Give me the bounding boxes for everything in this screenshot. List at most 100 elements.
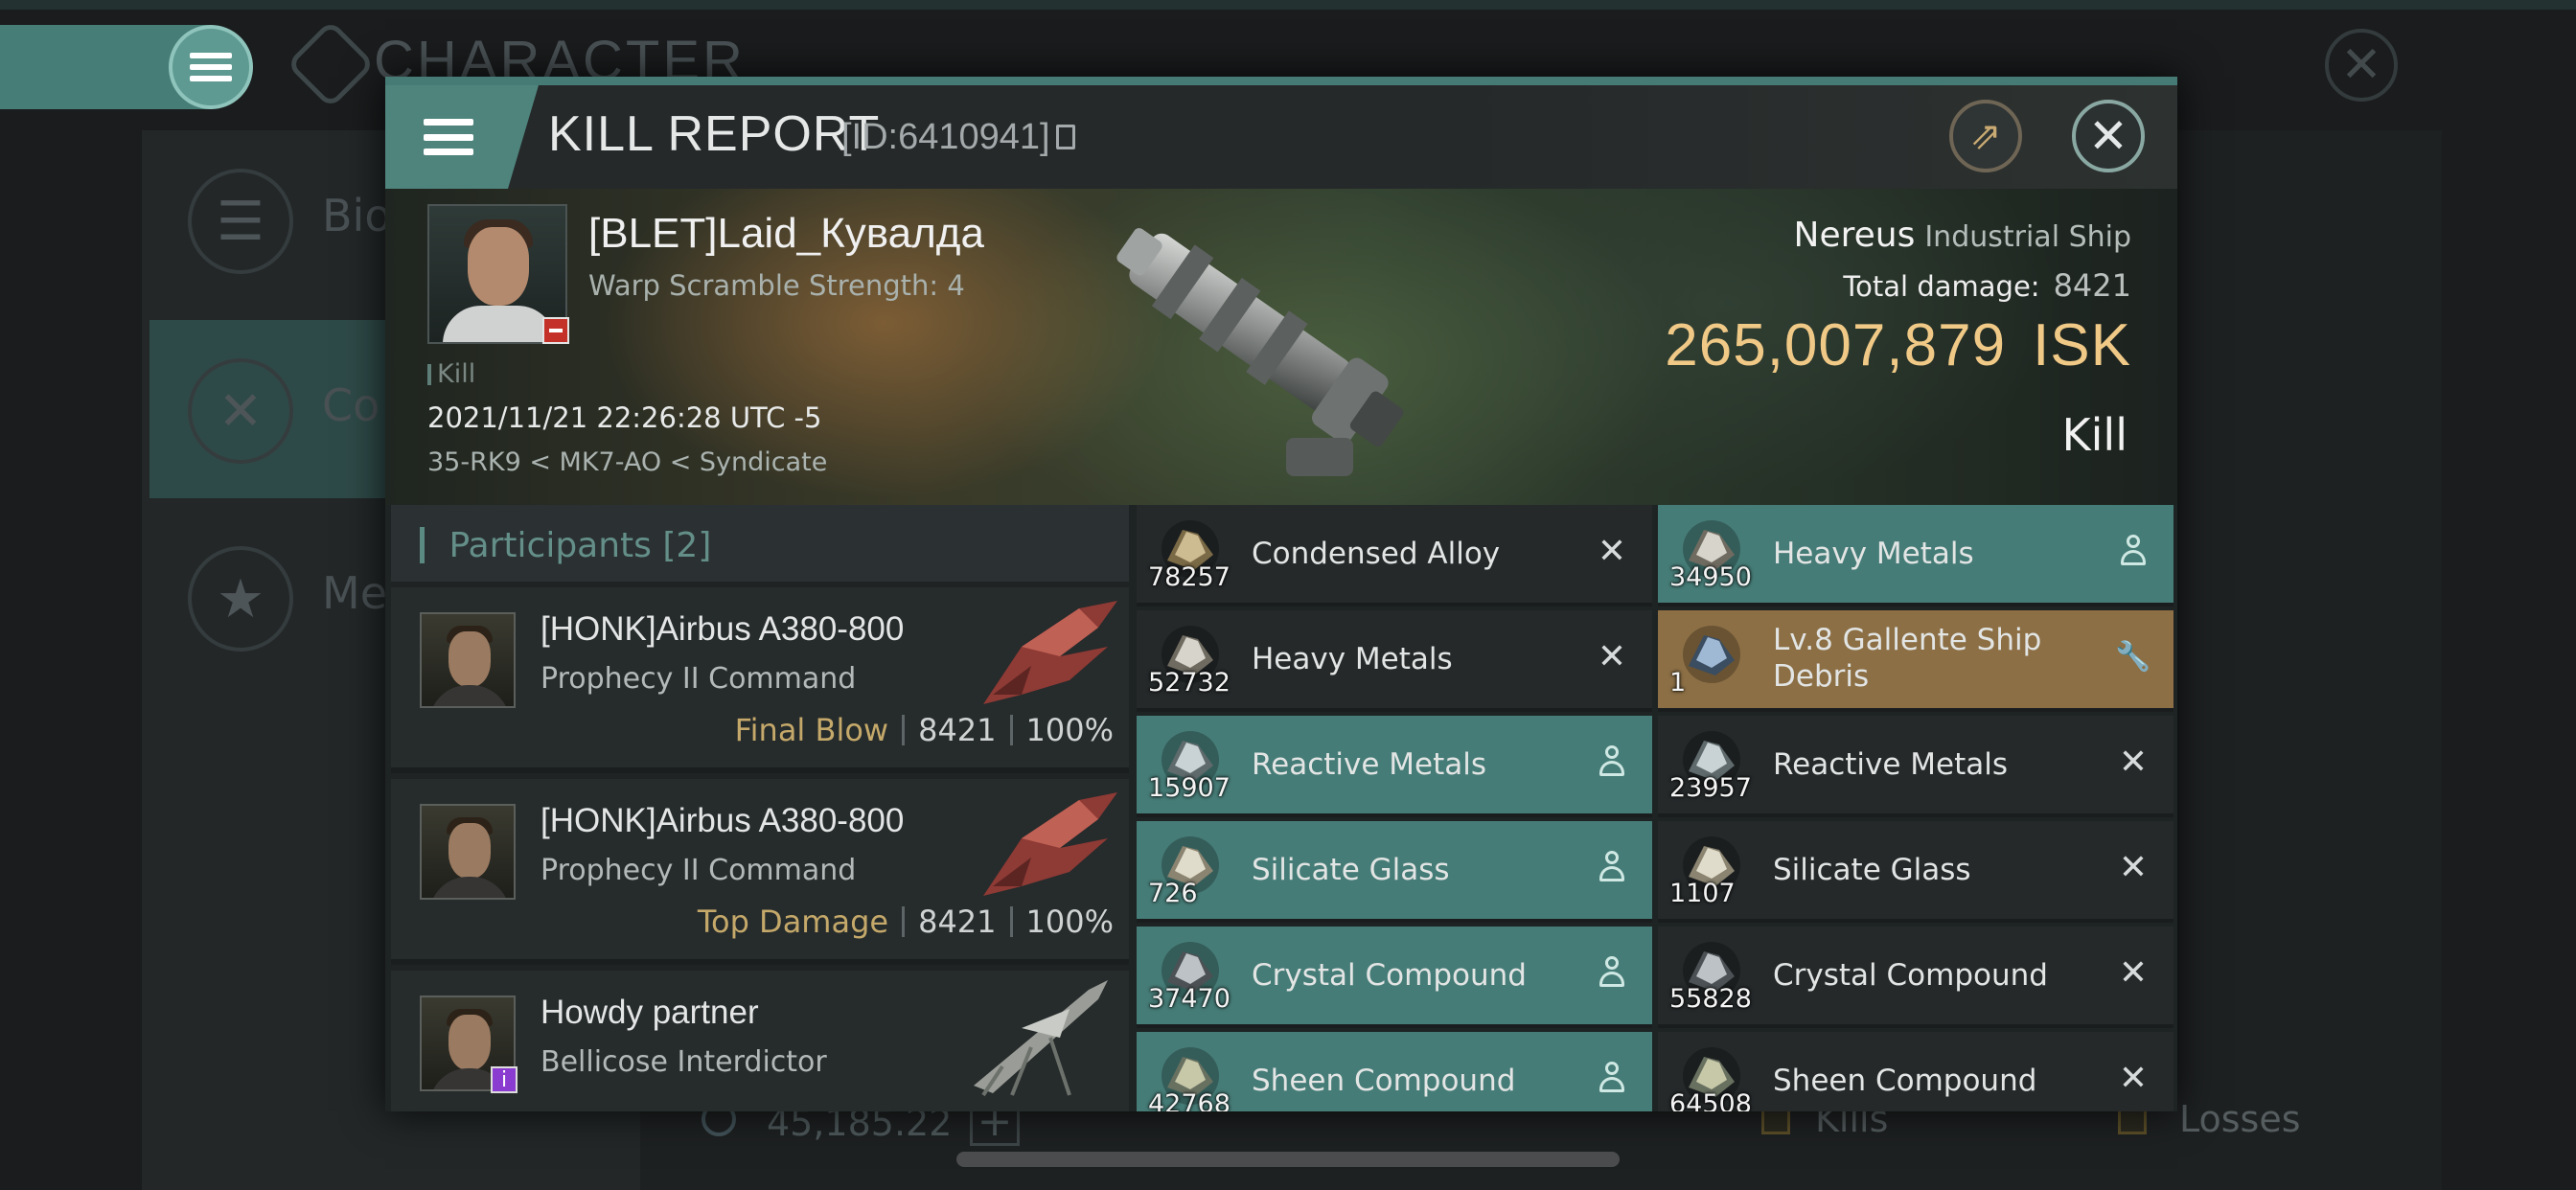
participant-row[interactable]: i Howdy partner Bellicose Interdictor xyxy=(391,971,1129,1111)
close-button[interactable]: ✕ xyxy=(2072,100,2145,172)
victim-banner: [BLET]Laid_Кувалда Warp Scramble Strengt… xyxy=(385,189,2177,505)
kill-report-dialog: KILL REPORT [ID:6410941] ⇗ ✕ [BLET]Laid_… xyxy=(385,77,2177,1111)
list-icon: ☰ xyxy=(188,169,293,274)
item-name: Lv.8 Gallente Ship Debris xyxy=(1773,623,2042,694)
top-strip xyxy=(0,0,2576,10)
item-cell[interactable]: 42768 Sheen Compound xyxy=(1137,1032,1652,1111)
participant-damage: 8421 xyxy=(918,712,997,748)
item-name: Heavy Metals xyxy=(1773,537,1974,571)
participant-percent: 100% xyxy=(1025,904,1114,940)
item-name: Sheen Compound xyxy=(1773,1064,2037,1098)
kill-location[interactable]: 35-RK9 < MK7-AO < Syndicate xyxy=(427,447,827,477)
item-quantity: 42768 xyxy=(1148,1089,1230,1111)
participant-ship: Bellicose Interdictor xyxy=(540,1045,827,1079)
dropped-person-icon xyxy=(1593,848,1631,886)
victim-detail: Warp Scramble Strength: 4 xyxy=(588,269,965,302)
main-menu-button[interactable] xyxy=(169,25,253,109)
item-quantity: 37470 xyxy=(1148,984,1230,1014)
avatar xyxy=(420,612,516,708)
isk-unit: ISK xyxy=(2033,312,2131,378)
home-indicator[interactable] xyxy=(956,1152,1620,1167)
victim-ship[interactable]: Nereus Industrial Ship xyxy=(1794,216,2131,255)
avatar xyxy=(420,804,516,900)
info-badge-icon: i xyxy=(491,1066,518,1093)
sidebar-item-label: Bio xyxy=(322,190,392,241)
participant-ship: Prophecy II Command xyxy=(540,662,857,696)
dropped-person-icon xyxy=(1593,743,1631,781)
share-icon: ⇗ xyxy=(1969,114,2002,158)
final-blow-tag: Final Blow xyxy=(734,712,889,748)
item-quantity: 64508 xyxy=(1669,1089,1752,1111)
participants-label: Participants xyxy=(448,526,652,565)
top-damage-tag: Top Damage xyxy=(697,904,889,940)
character-icon xyxy=(286,19,376,109)
close-icon: ✕ xyxy=(2340,36,2382,94)
wrench-icon: 🔧 xyxy=(2115,639,2151,674)
participant-name: [HONK]Airbus A380-800 xyxy=(540,802,905,839)
participants-count: [2] xyxy=(662,526,712,565)
item-quantity: 1107 xyxy=(1669,879,1736,908)
item-quantity: 726 xyxy=(1148,879,1198,908)
participant-row[interactable]: [HONK]Airbus A380-800 Prophecy II Comman… xyxy=(391,779,1129,965)
ship-class: Industrial Ship xyxy=(1924,220,2131,254)
hamburger-icon xyxy=(424,119,473,155)
ship-name: Nereus xyxy=(1793,216,1916,255)
share-button[interactable]: ⇗ xyxy=(1949,100,2022,172)
star-icon: ★ xyxy=(188,546,293,652)
dropped-person-icon xyxy=(1593,1059,1631,1097)
kill-datetime: 2021/11/21 22:26:28 UTC -5 xyxy=(427,401,822,434)
total-damage-value: 8421 xyxy=(2053,267,2131,304)
item-cell[interactable]: 78257 Condensed Alloy ✕ xyxy=(1137,505,1652,606)
item-name: Crystal Compound xyxy=(1252,958,1527,993)
participants-title: Participants [2] xyxy=(420,526,711,565)
item-name: Reactive Metals xyxy=(1252,747,1487,782)
victim-name[interactable]: [BLET]Laid_Кувалда xyxy=(588,210,984,258)
destroyed-x-icon: ✕ xyxy=(2118,742,2149,782)
item-cell[interactable]: 15907 Reactive Metals xyxy=(1137,716,1652,817)
ship-debris-icon xyxy=(1677,618,1746,687)
item-name: Silicate Glass xyxy=(1773,853,1971,887)
item-cell[interactable]: 55828 Crystal Compound ✕ xyxy=(1658,927,2174,1028)
destroyed-x-icon: ✕ xyxy=(1597,531,1627,571)
item-name: Reactive Metals xyxy=(1773,747,2009,782)
item-name: Silicate Glass xyxy=(1252,853,1450,887)
item-name: Heavy Metals xyxy=(1252,642,1453,676)
item-cell[interactable]: 64508 Sheen Compound ✕ xyxy=(1658,1032,2174,1111)
destroyed-x-icon: ✕ xyxy=(1597,636,1627,676)
item-quantity: 15907 xyxy=(1148,773,1230,803)
item-cell[interactable]: 23957 Reactive Metals ✕ xyxy=(1658,716,2174,817)
corp-standing-badge-icon xyxy=(542,317,569,344)
item-cell[interactable]: 34950 Heavy Metals xyxy=(1658,505,2174,606)
item-cell[interactable]: 52732 Heavy Metals ✕ xyxy=(1137,610,1652,712)
participant-row[interactable]: [HONK]Airbus A380-800 Prophecy II Comman… xyxy=(391,587,1129,773)
close-icon: ✕ xyxy=(2088,108,2128,164)
item-cell[interactable]: 1 Lv.8 Gallente Ship Debris 🔧 xyxy=(1658,610,2174,712)
item-quantity: 55828 xyxy=(1669,984,1752,1014)
losses-filter-label: Losses xyxy=(2179,1098,2301,1140)
participant-ship-image xyxy=(974,980,1108,1097)
participant-ship-image xyxy=(983,792,1117,896)
item-quantity: 23957 xyxy=(1669,773,1752,803)
participant-damage: 8421 xyxy=(918,904,997,940)
participant-stats: Final Blow 8421 100% xyxy=(735,712,1114,748)
total-damage-label: Total damage: xyxy=(1843,270,2040,303)
item-cell[interactable]: 37470 Crystal Compound xyxy=(1137,927,1652,1028)
crossed-swords-icon: ✕ xyxy=(188,358,293,464)
item-quantity: 34950 xyxy=(1669,562,1752,592)
participant-ship-image xyxy=(983,601,1117,704)
victim-ship-image xyxy=(1116,228,1404,476)
dialog-accent-line xyxy=(385,77,2177,85)
destroyed-x-icon: ✕ xyxy=(2118,952,2149,993)
participant-name: Howdy partner xyxy=(540,994,759,1031)
dialog-title: KILL REPORT xyxy=(548,106,881,162)
item-cell[interactable]: 726 Silicate Glass xyxy=(1137,821,1652,923)
participant-percent: 100% xyxy=(1025,712,1114,748)
dropped-person-icon xyxy=(1593,953,1631,992)
item-quantity: 1 xyxy=(1669,668,1687,698)
copy-icon[interactable] xyxy=(1056,125,1075,149)
background-close-button[interactable]: ✕ xyxy=(2325,29,2398,102)
item-cell[interactable]: 1107 Silicate Glass ✕ xyxy=(1658,821,2174,923)
destroyed-x-icon: ✕ xyxy=(2118,847,2149,887)
dropped-person-icon xyxy=(2114,532,2152,570)
isk-amount: 265,007,879 xyxy=(1665,312,2007,378)
